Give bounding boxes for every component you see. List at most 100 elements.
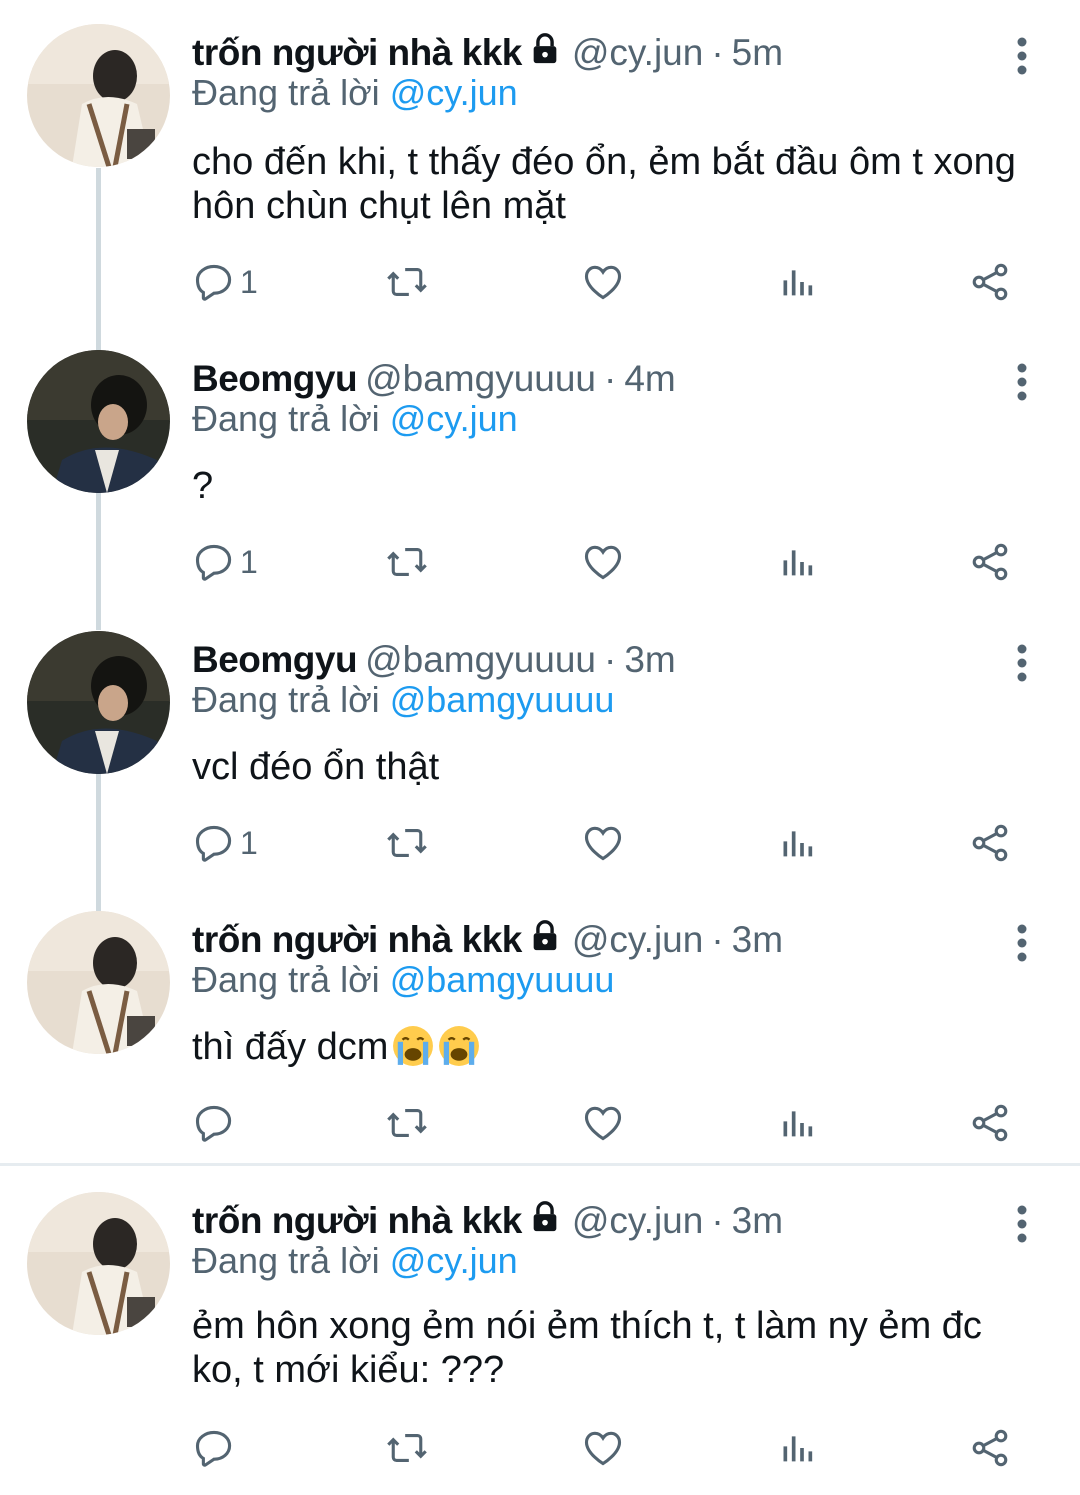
lock-icon	[528, 919, 562, 962]
retweet-button[interactable]	[384, 1093, 430, 1153]
handle[interactable]: @cy.jun	[572, 919, 703, 961]
separator: ·	[711, 1200, 724, 1241]
display-name[interactable]: Beomgyu	[192, 639, 358, 681]
reply-count: 1	[240, 543, 258, 580]
like-icon	[580, 260, 626, 304]
retweet-button[interactable]	[384, 813, 430, 873]
reply-icon	[192, 260, 236, 304]
reply-icon	[192, 1101, 236, 1145]
tweet-text: thì đấy dcm	[192, 1025, 1052, 1069]
more-icon[interactable]	[1004, 32, 1040, 80]
replying-to: Đang trả lời @bamgyuuuu	[192, 959, 614, 1001]
more-icon[interactable]	[1004, 1200, 1040, 1248]
tweet[interactable]: trốn người nhà kkk @cy.jun · 5m Đang trả…	[0, 24, 1080, 324]
action-bar: 1	[192, 813, 1032, 873]
like-button[interactable]	[580, 1093, 626, 1153]
like-button[interactable]	[580, 532, 626, 592]
lock-icon	[528, 32, 562, 75]
separator: ·	[604, 639, 617, 680]
analytics-button[interactable]	[777, 813, 817, 873]
reply-icon	[192, 540, 236, 584]
reply-button[interactable]: 1	[192, 532, 258, 592]
analytics-button[interactable]	[777, 252, 817, 312]
timestamp[interactable]: 5m	[732, 32, 783, 74]
analytics-icon	[777, 1426, 817, 1470]
tweet-text-line: vcl đéo ổn thật	[192, 746, 440, 788]
handle[interactable]: @bamgyuuuu	[365, 639, 596, 681]
retweet-icon	[384, 821, 430, 865]
avatar[interactable]	[27, 911, 170, 1054]
display-name[interactable]: Beomgyu	[192, 358, 358, 400]
retweet-icon	[384, 1426, 430, 1470]
tweet-text: cho đến khi, t thấy đéo ổn, ẻm bắt đầu ô…	[192, 140, 1052, 228]
timestamp[interactable]: 3m	[624, 639, 675, 681]
timestamp[interactable]: 3m	[732, 1200, 783, 1242]
separator: ·	[604, 358, 617, 399]
share-button[interactable]	[968, 1093, 1012, 1153]
loudly-crying-face-emoji	[393, 1026, 434, 1066]
tweet-text-line: thì đấy dcm	[192, 1026, 389, 1068]
tweet-text-line: cho đến khi, t thấy đéo ổn, ẻm bắt đầu ô…	[192, 141, 1016, 183]
share-icon	[968, 1101, 1012, 1145]
analytics-icon	[777, 260, 817, 304]
retweet-button[interactable]	[384, 252, 430, 312]
more-icon[interactable]	[1004, 919, 1040, 967]
like-icon	[580, 821, 626, 865]
tweet[interactable]: Beomgyu @bamgyuuuu · 3m Đang trả lời @ba…	[0, 631, 1080, 891]
avatar[interactable]	[27, 631, 170, 774]
reply-prefix: Đang trả lời	[192, 1240, 380, 1281]
analytics-button[interactable]	[777, 532, 817, 592]
replying-to: Đang trả lời @cy.jun	[192, 398, 518, 440]
retweet-button[interactable]	[384, 532, 430, 592]
share-button[interactable]	[968, 532, 1012, 592]
handle[interactable]: @cy.jun	[572, 32, 703, 74]
display-name[interactable]: trốn người nhà kkk	[192, 32, 522, 74]
replying-to: Đang trả lời @cy.jun	[192, 72, 518, 114]
like-button[interactable]	[580, 1418, 626, 1478]
handle[interactable]: @cy.jun	[572, 1200, 703, 1242]
more-icon[interactable]	[1004, 358, 1040, 406]
share-icon	[968, 260, 1012, 304]
tweet-text: vcl đéo ổn thật	[192, 745, 1052, 789]
tweet[interactable]: trốn người nhà kkk @cy.jun · 3m Đang trả…	[0, 1192, 1080, 1492]
divider	[0, 1163, 1080, 1166]
reply-mention[interactable]: @cy.jun	[390, 398, 518, 439]
handle[interactable]: @bamgyuuuu	[365, 358, 596, 400]
tweet[interactable]: Beomgyu @bamgyuuuu · 4m Đang trả lời @cy…	[0, 350, 1080, 610]
like-button[interactable]	[580, 813, 626, 873]
analytics-icon	[777, 540, 817, 584]
reply-mention[interactable]: @bamgyuuuu	[390, 959, 615, 1000]
retweet-icon	[384, 540, 430, 584]
action-bar: 1	[192, 252, 1032, 312]
reply-button[interactable]	[192, 1418, 240, 1478]
reply-prefix: Đang trả lời	[192, 679, 380, 720]
share-button[interactable]	[968, 813, 1012, 873]
like-button[interactable]	[580, 252, 626, 312]
tweet[interactable]: trốn người nhà kkk @cy.jun · 3m Đang trả…	[0, 911, 1080, 1171]
tweet-text-line: ẻm hôn xong ẻm nói ẻm thích t, t làm ny …	[192, 1305, 982, 1347]
timestamp[interactable]: 4m	[624, 358, 675, 400]
reply-button[interactable]: 1	[192, 252, 258, 312]
more-icon[interactable]	[1004, 639, 1040, 687]
reply-mention[interactable]: @cy.jun	[390, 72, 518, 113]
share-button[interactable]	[968, 1418, 1012, 1478]
reply-mention[interactable]: @cy.jun	[390, 1240, 518, 1281]
display-name[interactable]: trốn người nhà kkk	[192, 919, 522, 961]
display-name[interactable]: trốn người nhà kkk	[192, 1200, 522, 1242]
action-bar: 1	[192, 532, 1032, 592]
reply-button[interactable]: 1	[192, 813, 258, 873]
reply-mention[interactable]: @bamgyuuuu	[390, 679, 615, 720]
avatar[interactable]	[27, 350, 170, 493]
tweet-text-line: ?	[192, 465, 214, 507]
share-icon	[968, 540, 1012, 584]
avatar[interactable]	[27, 24, 170, 167]
analytics-button[interactable]	[777, 1418, 817, 1478]
share-button[interactable]	[968, 252, 1012, 312]
retweet-button[interactable]	[384, 1418, 430, 1478]
analytics-button[interactable]	[777, 1093, 817, 1153]
avatar[interactable]	[27, 1192, 170, 1335]
timestamp[interactable]: 3m	[732, 919, 783, 961]
separator: ·	[711, 32, 724, 73]
reply-button[interactable]	[192, 1093, 240, 1153]
tweet-text-line: hôn chùn chụt lên mặt	[192, 185, 566, 227]
